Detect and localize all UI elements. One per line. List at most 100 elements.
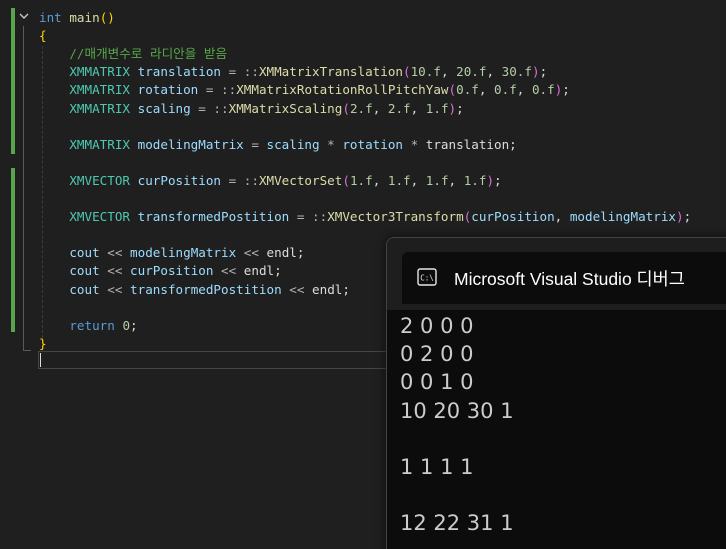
code-line[interactable]: XMMATRIX scaling = ::XMMatrixScaling(2.f… [39,100,464,118]
code-token: = :: [190,100,229,116]
text-caret [40,353,41,367]
screen: int main(){ //매개변수로 라디안을 받음 XMMATRIX tra… [0,0,726,549]
code-token: ( [403,64,411,80]
code-token: 0.f [494,82,517,98]
code-line[interactable]: cout << curPosition << endl; [39,262,281,280]
code-token: modelingMatrix [137,136,244,152]
code-token: ; [509,136,517,152]
code-token: 2.f [349,100,373,116]
code-token: rotation [342,136,404,152]
code-token: ( [342,100,350,116]
console-tab[interactable]: C:\ Microsoft Visual Studio 디버그 [402,252,726,304]
code-token: 2.f [387,100,411,116]
code-token: , [516,82,532,98]
code-token: XMMatrixTranslation [258,64,403,80]
code-token: << [236,245,267,261]
code-line[interactable]: XMVECTOR curPosition = ::XMVectorSet(1.f… [39,172,502,190]
code-token: , [410,100,426,116]
code-token: XMMatrixScaling [228,100,343,116]
code-token: endl [266,245,297,261]
console-output-line: 12 22 31 1 [400,511,514,536]
code-token: ) [448,100,457,116]
code-token: , [410,172,426,188]
code-token: curPosition [130,263,214,279]
code-token: ) [486,172,495,188]
debug-console-window[interactable]: C:\ Microsoft Visual Studio 디버그 2 0 0 0 0… [386,237,726,549]
code-token: ; [296,245,305,261]
code-token: ( [448,82,457,98]
code-token: } [39,335,47,351]
code-line[interactable]: cout << modelingMatrix << endl; [39,244,304,262]
code-token: 0.f [531,82,555,98]
code-token: ; [683,209,692,225]
code-line[interactable]: XMMATRIX translation = ::XMMatrixTransla… [39,63,547,81]
code-token: modelingMatrix [569,209,676,225]
code-token: 10.f [410,64,441,80]
code-token: , [554,209,570,225]
console-output-line: 2 0 0 0 [400,314,474,338]
code-token: ( [342,172,350,188]
code-token: scaling [266,136,320,152]
code-token: * [319,136,343,152]
code-token: << [99,245,131,261]
code-line[interactable]: XMMATRIX rotation = ::XMMatrixRotationRo… [39,81,570,99]
code-token: = :: [198,82,237,98]
code-token: XMMatrixRotationRollPitchYaw [236,82,449,98]
code-token: ; [494,172,502,188]
code-token: << [281,281,313,297]
code-line[interactable]: XMMATRIX modelingMatrix = scaling * rota… [39,136,517,154]
console-output-line: 0 0 1 0 [400,370,474,395]
code-line[interactable]: { [39,27,47,45]
terminal-icon: C:\ [417,268,437,286]
console-output[interactable]: 2 0 0 0 0 2 0 0 0 0 1 0 10 20 30 1 1 1 1 1 12… [387,310,726,549]
code-line[interactable]: //매개변수로 라디안을 받음 [39,45,227,63]
code-token: 1.f [387,172,411,188]
code-token: XMMATRIX [69,64,131,80]
code-token: ; [456,100,464,116]
code-token: ; [562,82,570,98]
code-token: , [440,64,457,80]
code-token: << [99,281,131,297]
fold-region-end [23,350,31,351]
code-token: , [372,172,388,188]
console-output-line: 1 1 1 1 [400,455,474,479]
code-token: = :: [221,172,259,188]
code-token: main [69,10,100,25]
code-token: cout [69,281,100,297]
code-token: 1.f [425,172,449,188]
code-token: 1.f [349,172,373,188]
code-line[interactable]: XMVECTOR transformedPostition = ::XMVect… [39,208,691,226]
code-line[interactable]: cout << transformedPostition << endl; [39,281,350,299]
code-token: () [99,10,115,25]
code-token: XMVectorSet [258,172,343,188]
chevron-down-icon[interactable] [18,10,30,22]
code-line[interactable]: return 0; [39,317,137,335]
code-token: XMMATRIX [69,136,131,152]
code-token: , [486,64,502,80]
console-titlebar: C:\ Microsoft Visual Studio 디버그 [387,238,726,310]
code-token: << [99,263,131,279]
change-indicator-bar [11,8,15,154]
console-title: Microsoft Visual Studio 디버그 [454,269,685,289]
code-token: = [243,136,267,152]
code-token: //매개변수로 라디안을 받음 [39,46,228,62]
code-token: 1.f [425,100,449,116]
change-indicator-bar [11,168,15,332]
fold-region-line [23,26,24,351]
code-token: translation [137,64,222,80]
code-token: curPosition [471,209,555,225]
code-token: modelingMatrix [130,245,237,261]
code-token: = :: [289,209,328,225]
code-token: XMMATRIX [69,100,131,116]
code-line[interactable]: int main() [39,9,115,27]
